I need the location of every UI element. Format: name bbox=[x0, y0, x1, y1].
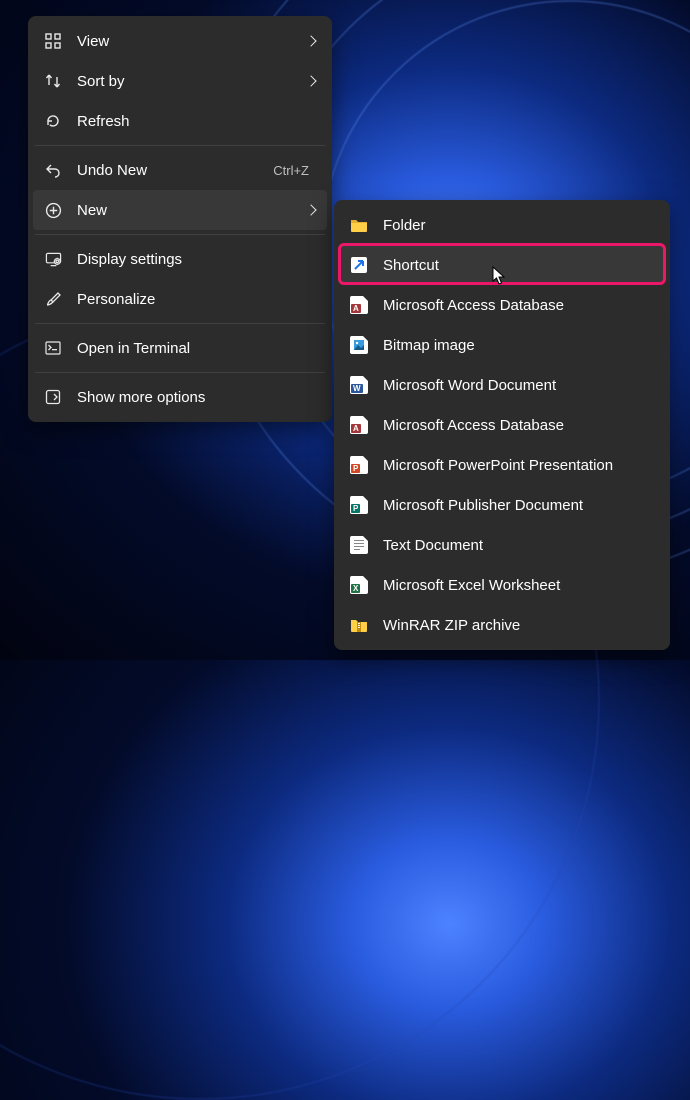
menu-separator bbox=[35, 323, 325, 324]
sort-icon bbox=[43, 71, 63, 91]
more-icon bbox=[43, 387, 63, 407]
access-icon: A bbox=[349, 295, 369, 315]
plus-icon bbox=[43, 200, 63, 220]
menu-item-view[interactable]: View bbox=[33, 21, 327, 61]
menu-item-label: Show more options bbox=[77, 389, 315, 406]
menu-item-label: Personalize bbox=[77, 291, 315, 308]
menu-item-label: New bbox=[77, 202, 307, 219]
menu-item-undo[interactable]: Undo New Ctrl+Z bbox=[33, 150, 327, 190]
word-icon: W bbox=[349, 375, 369, 395]
submenu-item-zip[interactable]: WinRAR ZIP archive bbox=[339, 605, 665, 645]
bitmap-icon bbox=[349, 335, 369, 355]
menu-item-label: Sort by bbox=[77, 73, 307, 90]
undo-icon bbox=[43, 160, 63, 180]
submenu-item-label: Shortcut bbox=[383, 257, 653, 274]
menu-item-label: Open in Terminal bbox=[77, 340, 315, 357]
menu-separator bbox=[35, 145, 325, 146]
menu-item-sort[interactable]: Sort by bbox=[33, 61, 327, 101]
submenu-item-label: Microsoft Access Database bbox=[383, 297, 653, 314]
submenu-item-text[interactable]: Text Document bbox=[339, 525, 665, 565]
menu-item-personalize[interactable]: Personalize bbox=[33, 279, 327, 319]
submenu-item-label: Text Document bbox=[383, 537, 653, 554]
new-submenu: Folder Shortcut A Microsoft Access Datab… bbox=[334, 200, 670, 650]
access-icon: A bbox=[349, 415, 369, 435]
chevron-right-icon bbox=[305, 75, 316, 86]
zip-icon bbox=[349, 615, 369, 635]
menu-item-label: Refresh bbox=[77, 113, 315, 130]
menu-item-shortcut: Ctrl+Z bbox=[273, 163, 309, 178]
submenu-item-powerpoint[interactable]: P Microsoft PowerPoint Presentation bbox=[339, 445, 665, 485]
submenu-item-shortcut[interactable]: Shortcut bbox=[339, 245, 665, 285]
menu-item-label: Undo New bbox=[77, 162, 273, 179]
submenu-item-access[interactable]: A Microsoft Access Database bbox=[339, 285, 665, 325]
submenu-item-label: Microsoft Word Document bbox=[383, 377, 653, 394]
submenu-item-publisher[interactable]: P Microsoft Publisher Document bbox=[339, 485, 665, 525]
submenu-item-excel[interactable]: X Microsoft Excel Worksheet bbox=[339, 565, 665, 605]
submenu-item-label: Microsoft PowerPoint Presentation bbox=[383, 457, 653, 474]
terminal-icon bbox=[43, 338, 63, 358]
submenu-item-word[interactable]: W Microsoft Word Document bbox=[339, 365, 665, 405]
submenu-item-label: Microsoft Publisher Document bbox=[383, 497, 653, 514]
shortcut-icon bbox=[349, 255, 369, 275]
display-icon bbox=[43, 249, 63, 269]
chevron-right-icon bbox=[305, 204, 316, 215]
menu-item-new[interactable]: New bbox=[33, 190, 327, 230]
menu-item-label: Display settings bbox=[77, 251, 315, 268]
brush-icon bbox=[43, 289, 63, 309]
chevron-right-icon bbox=[305, 35, 316, 46]
menu-item-display-settings[interactable]: Display settings bbox=[33, 239, 327, 279]
submenu-item-folder[interactable]: Folder bbox=[339, 205, 665, 245]
desktop-context-menu: View Sort by Refresh Undo New Ctrl+Z bbox=[28, 16, 332, 422]
menu-separator bbox=[35, 372, 325, 373]
submenu-item-label: Microsoft Access Database bbox=[383, 417, 653, 434]
menu-item-open-terminal[interactable]: Open in Terminal bbox=[33, 328, 327, 368]
grid-icon bbox=[43, 31, 63, 51]
excel-icon: X bbox=[349, 575, 369, 595]
submenu-item-label: Microsoft Excel Worksheet bbox=[383, 577, 653, 594]
powerpoint-icon: P bbox=[349, 455, 369, 475]
submenu-item-label: Folder bbox=[383, 217, 653, 234]
menu-item-label: View bbox=[77, 33, 307, 50]
menu-item-show-more[interactable]: Show more options bbox=[33, 377, 327, 417]
menu-separator bbox=[35, 234, 325, 235]
submenu-item-label: WinRAR ZIP archive bbox=[383, 617, 653, 634]
refresh-icon bbox=[43, 111, 63, 131]
publisher-icon: P bbox=[349, 495, 369, 515]
submenu-item-access2[interactable]: A Microsoft Access Database bbox=[339, 405, 665, 445]
folder-icon bbox=[349, 215, 369, 235]
submenu-item-label: Bitmap image bbox=[383, 337, 653, 354]
submenu-item-bitmap[interactable]: Bitmap image bbox=[339, 325, 665, 365]
text-icon bbox=[349, 535, 369, 555]
menu-item-refresh[interactable]: Refresh bbox=[33, 101, 327, 141]
